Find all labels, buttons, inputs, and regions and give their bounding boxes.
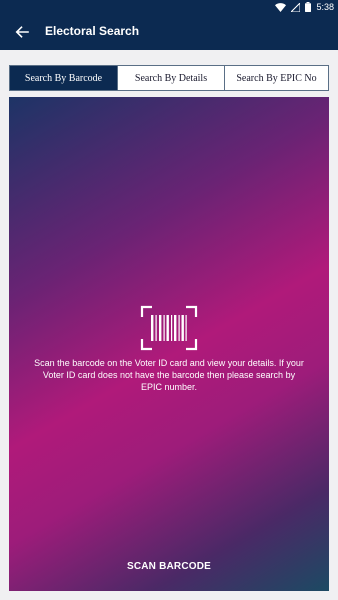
app-bar: Electoral Search: [0, 14, 338, 50]
barcode-scan-icon: [140, 305, 198, 351]
status-time: 5:38: [316, 2, 334, 12]
scan-description: Scan the barcode on the Voter ID card an…: [34, 358, 304, 392]
tab-search-by-details[interactable]: Search By Details: [117, 66, 224, 90]
search-tabs: Search By Barcode Search By Details Sear…: [9, 65, 329, 91]
tab-search-by-barcode[interactable]: Search By Barcode: [10, 66, 117, 90]
arrow-left-icon[interactable]: [13, 23, 31, 41]
wifi-icon: [275, 2, 287, 12]
page-title: Electoral Search: [45, 24, 140, 38]
scan-barcode-button[interactable]: SCAN BARCODE: [9, 552, 329, 580]
barcode-scan-panel: Scan the barcode on the Voter ID card an…: [9, 97, 329, 591]
status-bar: 5:38: [0, 0, 338, 14]
status-icons: 5:38: [275, 1, 334, 13]
signal-icon: [291, 2, 301, 12]
battery-icon: [305, 2, 312, 12]
tab-search-by-epic-no[interactable]: Search By EPIC No: [224, 66, 328, 90]
